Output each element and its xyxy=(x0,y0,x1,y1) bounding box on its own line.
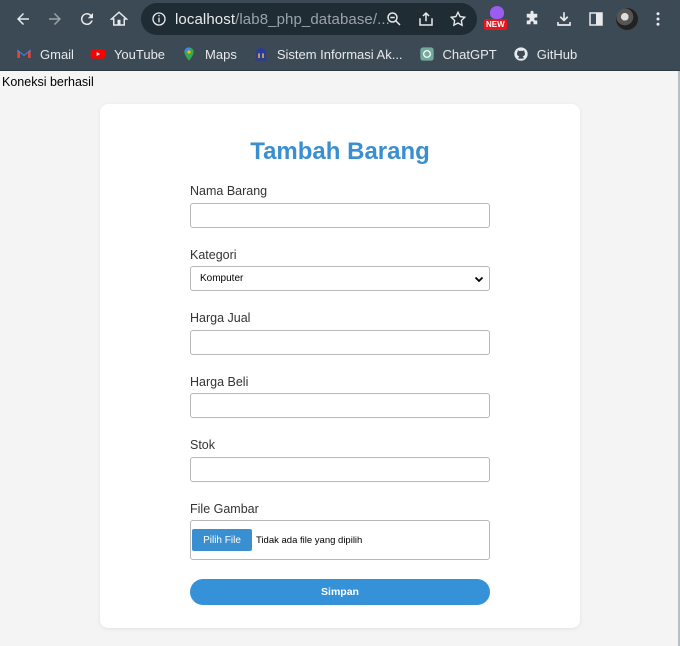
bookmark-label: Maps xyxy=(205,46,237,62)
arrow-right-icon xyxy=(49,13,61,25)
address-url: localhost/lab8_php_database/... xyxy=(175,11,390,28)
harga-beli-label: Harga Beli xyxy=(190,375,249,389)
url-path: /lab8_php_database/... xyxy=(235,10,390,28)
file-gambar-input[interactable]: Pilih File Tidak ada file yang dipilih xyxy=(190,520,490,560)
maps-icon xyxy=(184,47,194,61)
info-icon xyxy=(152,12,166,26)
kategori-select[interactable]: Komputer xyxy=(190,266,490,291)
kebab-menu-icon xyxy=(656,12,660,26)
simpan-button[interactable]: Simpan xyxy=(190,579,490,605)
university-icon xyxy=(254,47,267,61)
side-panel-icon xyxy=(589,12,603,26)
share-icon[interactable] xyxy=(417,10,435,28)
bookmark-label: ChatGPT xyxy=(442,46,497,62)
chatgpt-icon xyxy=(419,47,434,61)
bookmark-label: YouTube xyxy=(113,46,166,62)
stok-input[interactable] xyxy=(191,458,489,481)
harga-jual-field[interactable] xyxy=(190,330,490,355)
download-icon xyxy=(557,12,571,26)
form-card: Tambah Barang Nama Barang Kategori Kompu… xyxy=(100,104,580,628)
bookmark-youtube[interactable]: YouTube xyxy=(90,46,165,62)
arrow-left-icon xyxy=(17,13,29,25)
stok-label: Stok xyxy=(190,438,216,452)
extensions-button[interactable] xyxy=(520,7,544,31)
star-icon[interactable] xyxy=(449,10,467,28)
back-button[interactable] xyxy=(10,6,36,32)
page-title: Tambah Barang xyxy=(250,138,430,165)
bookmark-chatgpt[interactable]: ChatGPT xyxy=(419,46,497,62)
home-icon xyxy=(110,11,128,26)
harga-beli-input[interactable] xyxy=(191,394,489,417)
harga-jual-input[interactable] xyxy=(191,331,489,354)
file-status-text: Tidak ada file yang dipilih xyxy=(256,534,363,546)
downloads-button[interactable] xyxy=(552,7,576,31)
bookmark-maps[interactable]: Maps xyxy=(181,46,237,62)
url-host: localhost xyxy=(175,10,236,28)
address-bar[interactable]: localhost/lab8_php_database/... xyxy=(141,3,477,35)
connection-status: Koneksi berhasil xyxy=(2,75,94,89)
nama-barang-field[interactable] xyxy=(190,203,490,228)
nama-barang-label: Nama Barang xyxy=(190,184,268,198)
reload-button[interactable] xyxy=(74,6,100,32)
side-panel-button[interactable] xyxy=(584,7,608,31)
bookmark-sistem-informasi[interactable]: Sistem Informasi Ak... xyxy=(253,46,403,62)
reload-icon xyxy=(80,13,93,26)
kategori-selected-value: Komputer xyxy=(200,273,244,284)
kategori-label: Kategori xyxy=(190,248,237,262)
nama-barang-input[interactable] xyxy=(191,204,489,227)
zoom-icon[interactable] xyxy=(385,10,403,28)
bookmark-github[interactable]: GitHub xyxy=(513,46,577,62)
page-viewport: Koneksi berhasil Tambah Barang Nama Bara… xyxy=(0,71,680,646)
bookmark-label: Gmail xyxy=(40,46,74,62)
stok-field[interactable] xyxy=(190,457,490,482)
youtube-icon xyxy=(90,49,106,59)
forward-button[interactable] xyxy=(42,6,68,32)
file-gambar-label: File Gambar xyxy=(190,502,259,516)
profile-avatar[interactable] xyxy=(616,8,638,30)
browser-toolbar: localhost/lab8_php_database/... NEW xyxy=(0,0,680,38)
github-icon xyxy=(514,47,528,61)
extension-new-icon[interactable]: NEW xyxy=(484,6,512,32)
bookmark-gmail[interactable]: Gmail xyxy=(16,46,74,62)
choose-file-button[interactable]: Pilih File xyxy=(192,529,252,551)
bookmark-label: GitHub xyxy=(536,46,578,62)
puzzle-icon xyxy=(526,10,538,25)
harga-jual-label: Harga Jual xyxy=(190,311,251,325)
bookmark-label: Sistem Informasi Ak... xyxy=(276,46,403,62)
chevron-down-icon xyxy=(474,276,484,282)
extension-badge: NEW xyxy=(484,19,507,30)
harga-beli-field[interactable] xyxy=(190,393,490,418)
gmail-icon xyxy=(17,49,31,58)
home-button[interactable] xyxy=(106,6,132,32)
bookmarks-bar: Gmail YouTube Maps Sistem Informasi Ak..… xyxy=(0,38,680,71)
menu-button[interactable] xyxy=(646,7,670,31)
